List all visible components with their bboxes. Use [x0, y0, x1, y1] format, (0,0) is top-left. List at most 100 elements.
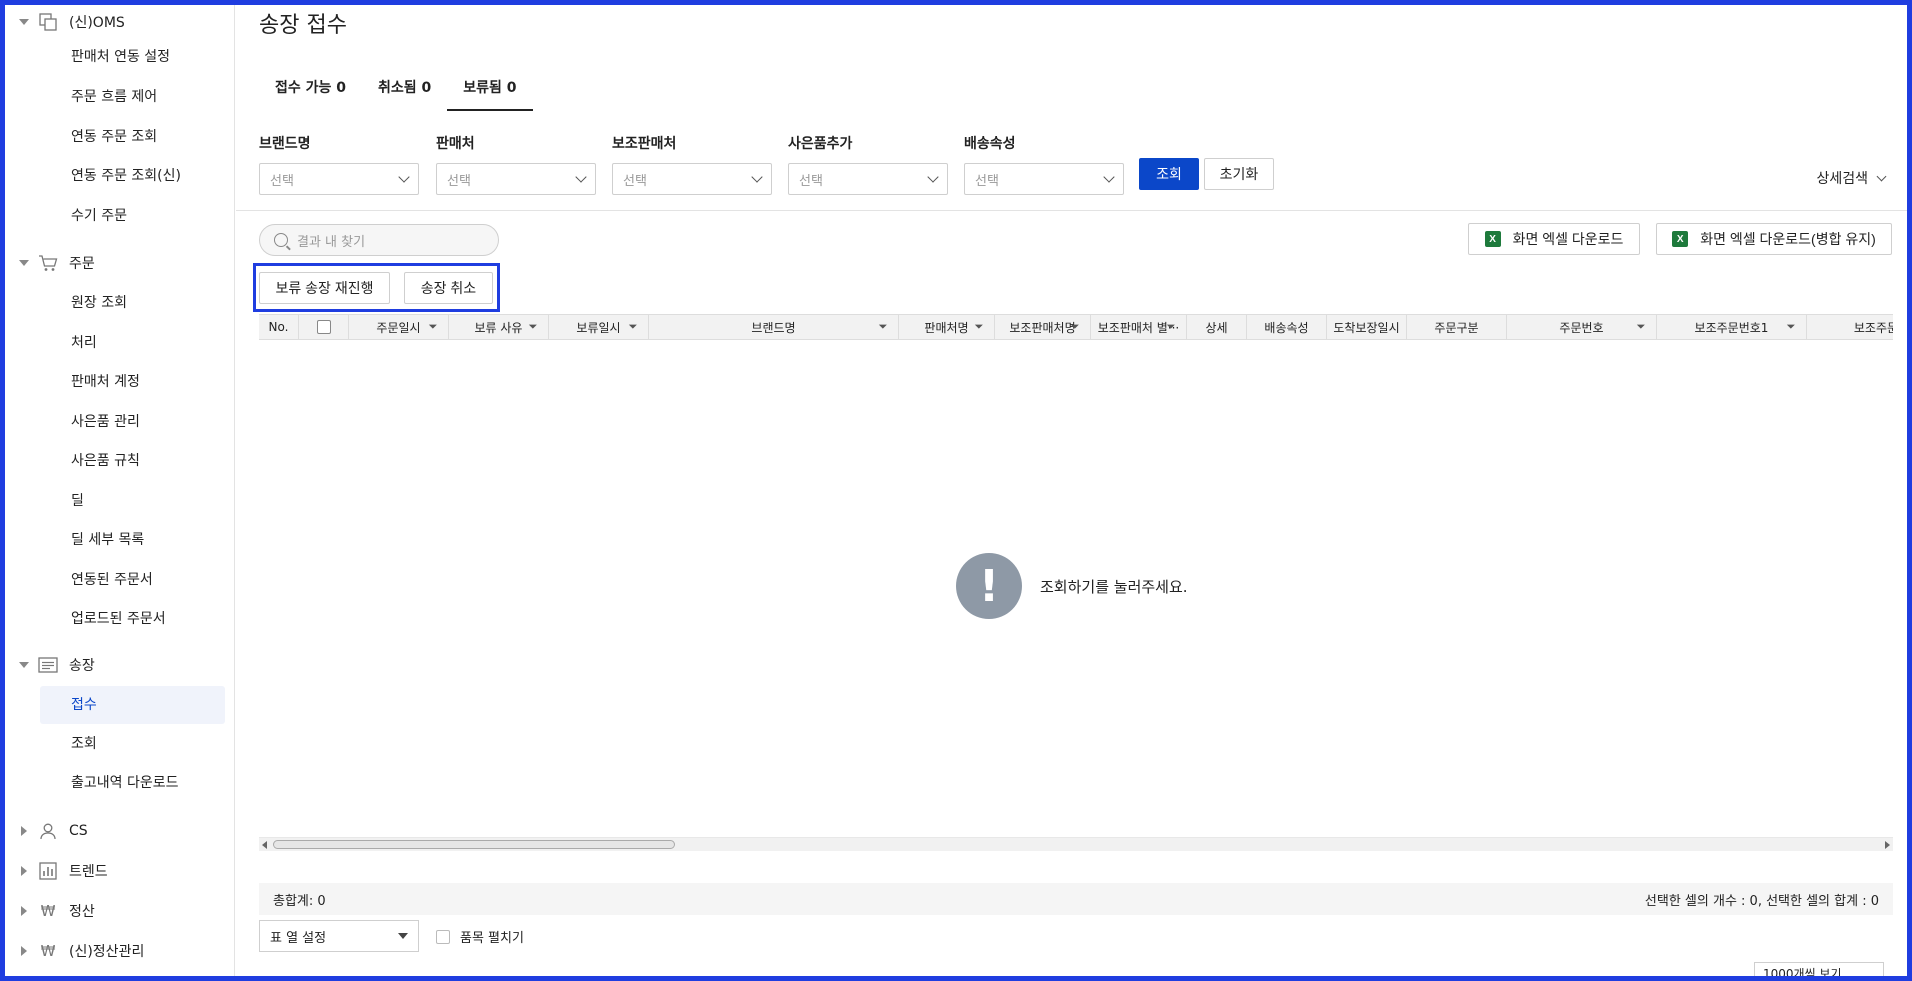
- cancel-invoice-button[interactable]: 송장 취소: [404, 272, 493, 304]
- scroll-left-icon[interactable]: [262, 841, 267, 849]
- page-title: 송장 접수: [259, 13, 347, 38]
- filter-label: 배송속성: [964, 136, 1016, 152]
- select-all-checkbox[interactable]: [316, 320, 331, 334]
- sidebar-group-order[interactable]: 주문: [5, 251, 95, 275]
- advanced-search-label: 상세검색: [1816, 171, 1868, 187]
- sidebar-item-deal[interactable]: 딜: [71, 490, 84, 512]
- summary-bar: 총합계: 0 선택한 셀의 개수 : 0, 선택한 셀의 합계 : 0: [259, 883, 1893, 915]
- divider: [236, 210, 1907, 211]
- sidebar-group-invoice[interactable]: 송장: [5, 653, 95, 677]
- resume-held-invoice-button[interactable]: 보류 송장 재진행: [259, 272, 390, 304]
- sidebar-item-channel-link-settings[interactable]: 판매처 연동 설정: [71, 46, 170, 68]
- caret-down-icon: [19, 662, 29, 668]
- caret-right-icon: [21, 906, 27, 916]
- filter-brand: 브랜드명 선택: [259, 133, 421, 195]
- result-search-input[interactable]: 결과 내 찾기: [259, 224, 499, 256]
- link-icon: [37, 12, 59, 32]
- excel-download-label: 화면 엑셀 다운로드: [1512, 231, 1624, 247]
- person-icon: [37, 821, 59, 841]
- sidebar-item-uploaded-orders[interactable]: 업로드된 주문서: [71, 608, 166, 630]
- column-settings-label: 표 열 설정: [270, 930, 327, 946]
- column-header-delivery-attr[interactable]: 배송속성: [1247, 315, 1327, 339]
- chevron-down-icon: [1103, 171, 1115, 183]
- search-button[interactable]: 조회: [1139, 158, 1199, 190]
- scrollbar-thumb[interactable]: [273, 840, 675, 849]
- grid-header: No. 주문일시 ⏷ 보류 사유 ⏷ 보류일시 ⏷ 브랜드명 ⏷ 판매처명 ⏷ …: [259, 314, 1893, 340]
- sidebar-group-trend[interactable]: 트렌드: [5, 859, 108, 883]
- scroll-right-icon[interactable]: [1885, 841, 1890, 849]
- filter-funnel-icon[interactable]: ⏷: [1785, 321, 1797, 333]
- filter-funnel-icon[interactable]: ⏷: [877, 321, 889, 333]
- filter-gift-add: 사은품추가 선택: [788, 133, 950, 195]
- column-header-order-type[interactable]: 주문구분: [1407, 315, 1507, 339]
- sidebar-group-settlement[interactable]: ₩ 정산: [5, 899, 95, 923]
- sidebar-item-linked-orders[interactable]: 연동된 주문서: [71, 569, 153, 591]
- sidebar-group-label: 트렌드: [69, 864, 108, 880]
- column-header-select-all[interactable]: [299, 315, 349, 339]
- sidebar-item-order-flow-control[interactable]: 주문 흐름 제어: [71, 86, 157, 108]
- sidebar-item-invoice-search[interactable]: 조회: [71, 733, 97, 755]
- sidebar-item-channel-account[interactable]: 판매처 계정: [71, 371, 140, 393]
- filter-funnel-icon[interactable]: ⏷: [1069, 321, 1081, 333]
- tab-receivable[interactable]: 접수 가능 0: [259, 75, 362, 111]
- filter-channel: 판매처 선택: [436, 133, 598, 195]
- excel-download-merged-button[interactable]: X 화면 엑셀 다운로드(병합 유지): [1656, 223, 1892, 255]
- column-header-detail[interactable]: 상세: [1187, 315, 1247, 339]
- advanced-search-toggle[interactable]: 상세검색: [1816, 168, 1887, 188]
- brand-select[interactable]: 선택: [259, 163, 419, 195]
- filter-label: 사은품추가: [788, 136, 853, 152]
- sidebar-item-deal-detail-list[interactable]: 딜 세부 목록: [71, 529, 144, 551]
- sidebar-group-cs[interactable]: CS: [5, 819, 88, 843]
- sidebar-group-label: 정산: [69, 904, 95, 920]
- sidebar-item-invoice-receive[interactable]: 접수: [40, 686, 225, 724]
- sidebar-item-linked-order-search-new[interactable]: 연동 주문 조회(신): [71, 165, 181, 187]
- filter-funnel-icon[interactable]: ⏷: [527, 321, 539, 333]
- sidebar-group-new-settlement[interactable]: ₩ (신)정산관리: [5, 939, 144, 963]
- invoice-icon: [37, 655, 59, 675]
- tab-on-hold[interactable]: 보류됨 0: [447, 75, 533, 111]
- sidebar-group-oms[interactable]: (신)OMS: [5, 10, 125, 34]
- column-header-brand[interactable]: 브랜드명: [649, 315, 899, 339]
- filter-funnel-icon[interactable]: ⏷: [427, 321, 439, 333]
- sidebar-group-label: CS: [69, 823, 88, 839]
- filter-funnel-icon[interactable]: ⏷: [627, 321, 639, 333]
- excel-icon: X: [1672, 231, 1689, 247]
- exclamation-icon: !: [956, 553, 1022, 619]
- sidebar-item-linked-order-search[interactable]: 연동 주문 조회: [71, 126, 157, 148]
- tab-cancelled[interactable]: 취소됨 0: [362, 75, 447, 111]
- gift-add-select[interactable]: 선택: [788, 163, 948, 195]
- empty-state-message: 조회하기를 눌러주세요.: [1040, 577, 1188, 596]
- column-header-no[interactable]: No.: [259, 315, 299, 339]
- sidebar-item-shipment-download[interactable]: 출고내역 다운로드: [71, 772, 179, 794]
- column-header-arrival-guarantee[interactable]: 도착보장일시: [1327, 315, 1407, 339]
- filter-funnel-icon[interactable]: ⏷: [973, 321, 985, 333]
- delivery-attr-select[interactable]: 선택: [964, 163, 1124, 195]
- filter-label: 브랜드명: [259, 136, 311, 152]
- filter-label: 보조판매처: [612, 136, 677, 152]
- page-size-select[interactable]: 1000개씩 보기: [1754, 962, 1884, 976]
- expand-items-checkbox[interactable]: [436, 929, 450, 944]
- channel-select[interactable]: 선택: [436, 163, 596, 195]
- select-placeholder: 선택: [447, 173, 471, 189]
- cart-icon: [37, 253, 59, 273]
- column-header-sub-order-number-2[interactable]: 보조주문번: [1807, 315, 1893, 339]
- caret-right-icon: [21, 866, 27, 876]
- sub-channel-select[interactable]: 선택: [612, 163, 772, 195]
- sidebar-item-gift-rules[interactable]: 사은품 규칙: [71, 450, 140, 472]
- filter-funnel-icon[interactable]: ⏷: [1165, 321, 1177, 333]
- expand-items-toggle[interactable]: 품목 펼치기: [436, 927, 524, 946]
- filter-funnel-icon[interactable]: ⏷: [1635, 321, 1647, 333]
- sidebar-item-processing[interactable]: 처리: [71, 332, 97, 354]
- filter-delivery-attr: 배송속성 선택: [964, 133, 1126, 195]
- excel-download-button[interactable]: X 화면 엑셀 다운로드: [1468, 223, 1640, 255]
- filter-label: 판매처: [436, 136, 475, 152]
- column-settings-select[interactable]: 표 열 설정: [259, 920, 419, 952]
- sidebar-item-manual-order[interactable]: 수기 주문: [71, 205, 127, 227]
- reset-button[interactable]: 초기화: [1204, 158, 1274, 190]
- search-icon: [274, 233, 288, 247]
- horizontal-scrollbar[interactable]: [259, 837, 1893, 851]
- sidebar-item-ledger-search[interactable]: 원장 조회: [71, 292, 127, 314]
- caret-down-icon: [398, 933, 408, 939]
- sidebar-item-gift-management[interactable]: 사은품 관리: [71, 411, 140, 433]
- main-content: 송장 접수 접수 가능 0 취소됨 0 보류됨 0 브랜드명 선택 판매처 선택…: [236, 5, 1907, 976]
